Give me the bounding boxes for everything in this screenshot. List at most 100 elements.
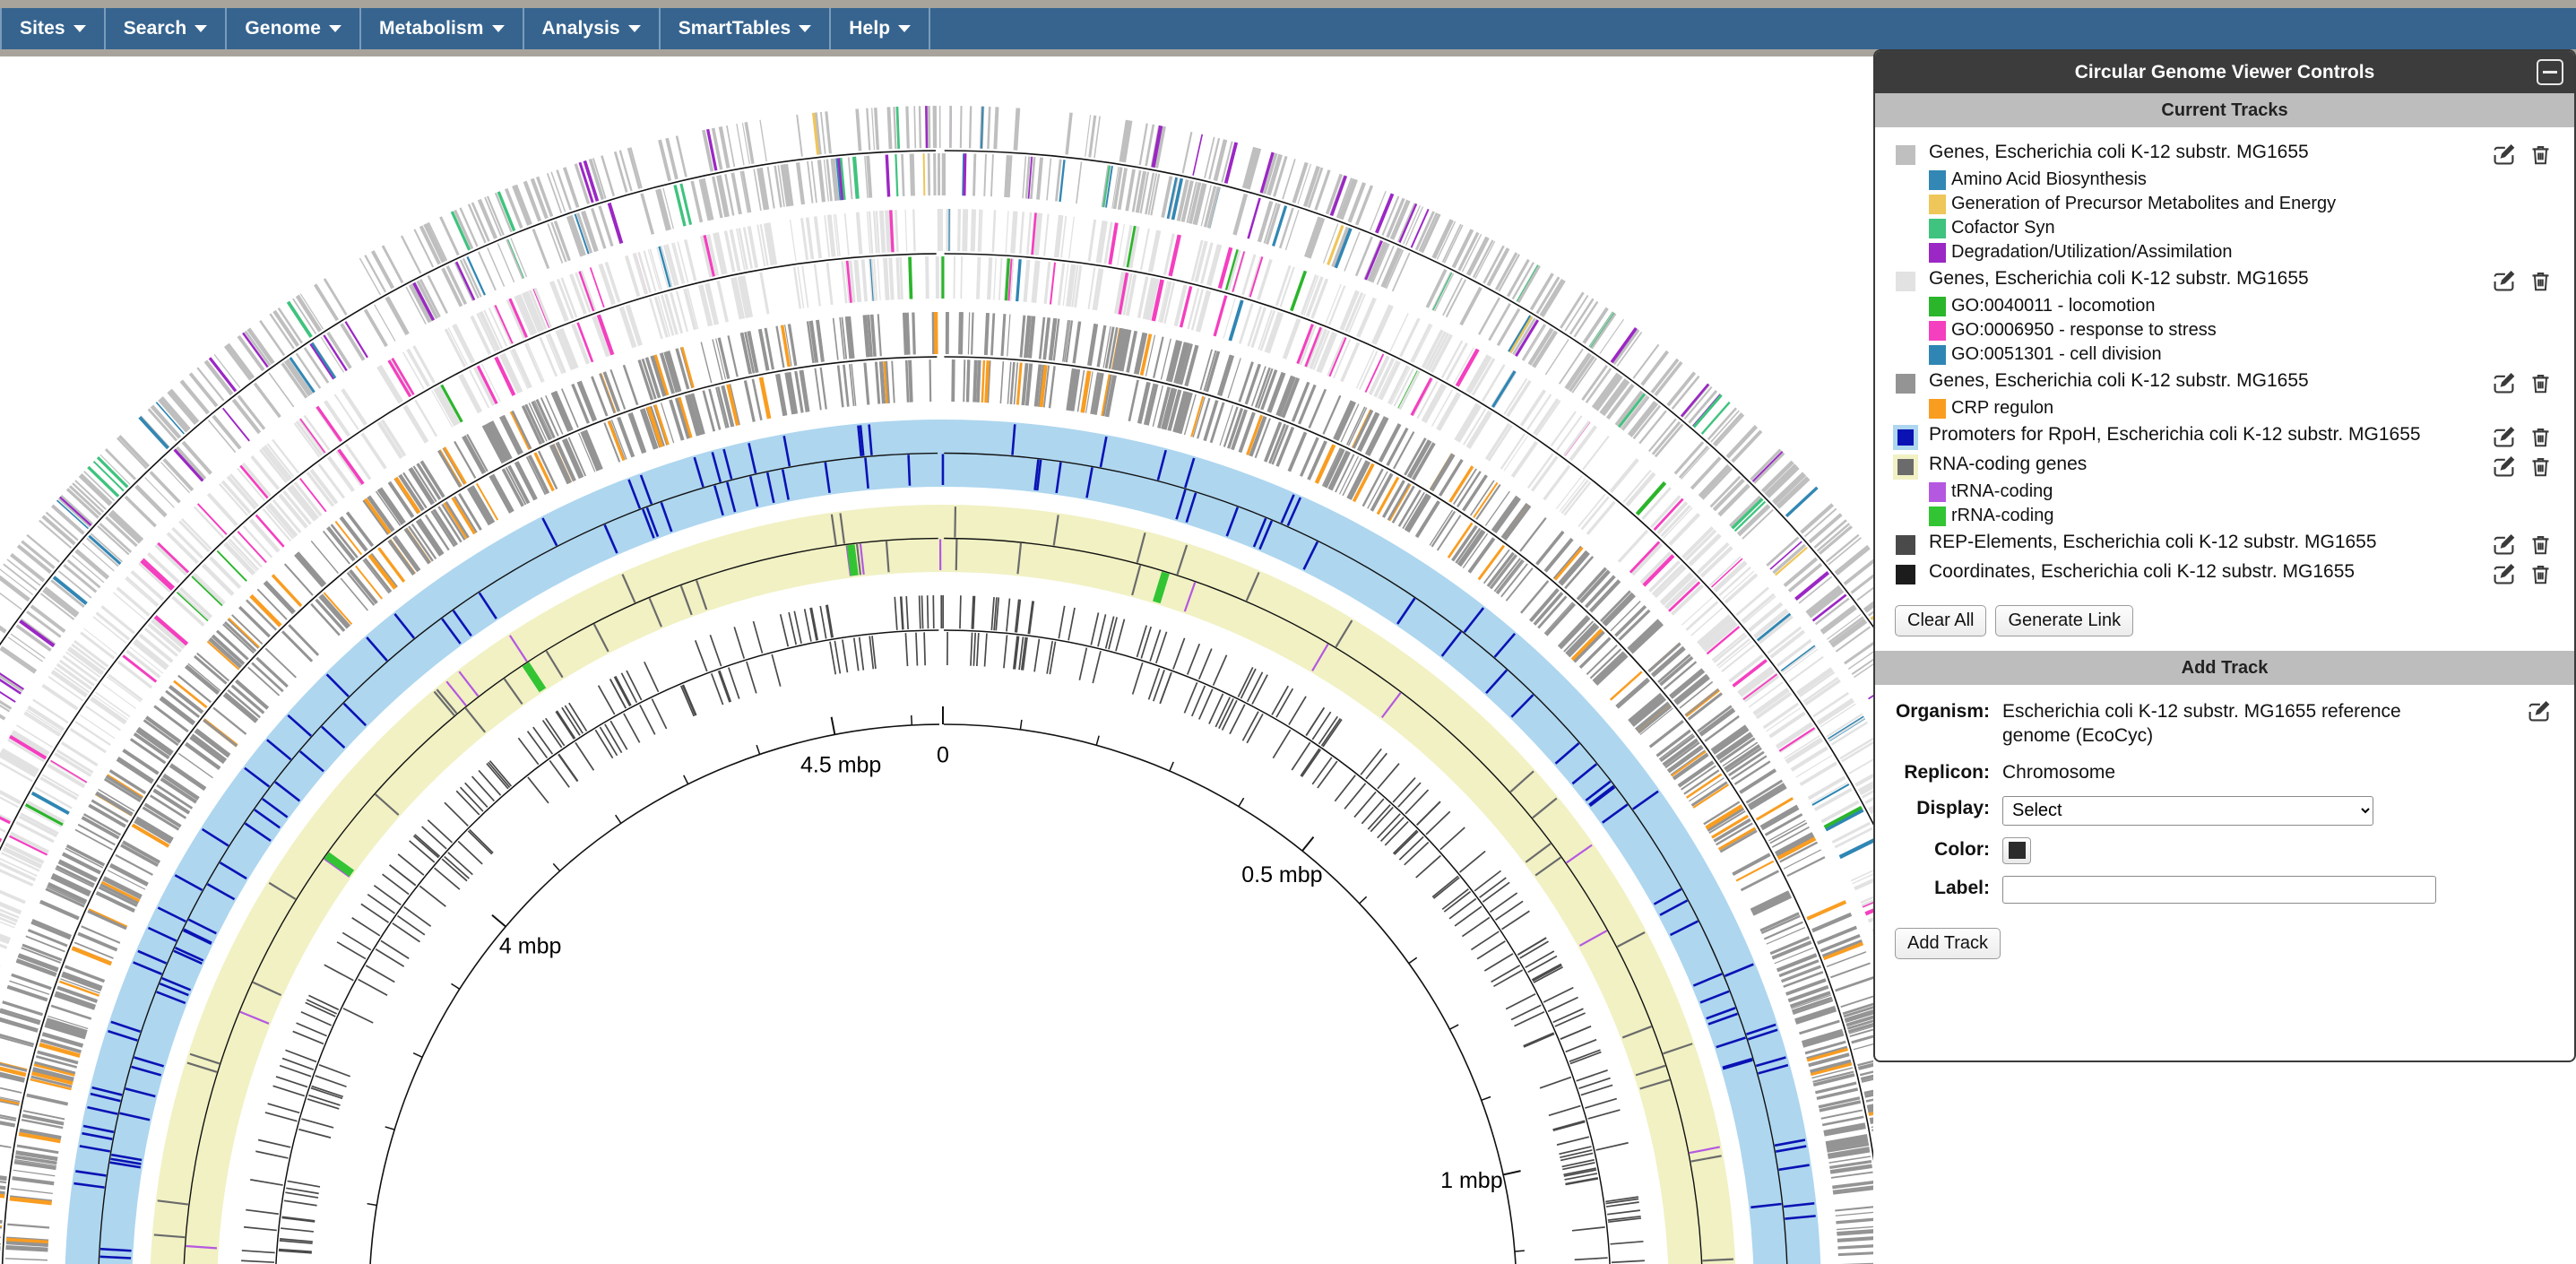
- legend-label: CRP regulon: [1951, 396, 2053, 420]
- clear-all-button[interactable]: Clear All: [1895, 605, 1986, 636]
- track-color-swatch[interactable]: [1893, 455, 1918, 480]
- track-row: RNA-coding genestRNA-codingrRNA-coding: [1875, 452, 2574, 528]
- legend-color-swatch: [1929, 399, 1946, 419]
- color-picker-button[interactable]: [2002, 837, 2031, 864]
- display-select[interactable]: Select: [2002, 796, 2373, 826]
- nav-item-label: Sites: [20, 18, 65, 39]
- edit-icon[interactable]: [2492, 143, 2516, 171]
- track-title: Promoters for RpoH, Escherichia coli K-1…: [1929, 422, 2421, 447]
- add-track-button[interactable]: Add Track: [1895, 928, 2001, 959]
- trash-icon[interactable]: [2528, 143, 2553, 171]
- control-panel: Circular Genome Viewer Controls Current …: [1873, 49, 2576, 1062]
- nav-menu: Sites Search Genome MetabolismAnalysis Smart…: [0, 8, 2576, 49]
- track-color-swatch[interactable]: [1893, 143, 1918, 168]
- track-legend-item: rRNA-coding: [1929, 504, 2574, 528]
- legend-color-swatch: [1929, 482, 1946, 502]
- circular-genome-viewer[interactable]: 00.5 mbp1 mbp1.5 mbp3 mbp3.5 mbp4 mbp4.5…: [0, 56, 1873, 1264]
- track-list: Genes, Escherichia coli K-12 substr. MG1…: [1875, 127, 2574, 594]
- track-legend-item: Degradation/Utilization/Assimilation: [1929, 240, 2574, 264]
- trash-icon[interactable]: [2528, 269, 2553, 298]
- track-title: Coordinates, Escherichia coli K-12 subst…: [1929, 559, 2355, 584]
- track-color-swatch[interactable]: [1893, 425, 1918, 450]
- add-track-header: Add Track: [1875, 651, 2574, 685]
- trash-icon[interactable]: [2528, 371, 2553, 400]
- track-actions: [2492, 269, 2553, 298]
- track-header: RNA-coding genes: [1893, 452, 2574, 480]
- replicon-row: Replicon: Chromosome: [1875, 760, 2574, 784]
- minimize-icon[interactable]: [2537, 59, 2563, 85]
- track-color-swatch[interactable]: [1893, 371, 1918, 396]
- track-legend-item: CRP regulon: [1929, 396, 2574, 420]
- organism-value: Escherichia coli K-12 substr. MG1655 ref…: [2002, 699, 2433, 749]
- edit-icon[interactable]: [2492, 371, 2516, 400]
- track-color-swatch[interactable]: [1893, 532, 1918, 558]
- current-tracks-label: Current Tracks: [2161, 100, 2287, 121]
- trash-icon[interactable]: [2528, 455, 2553, 483]
- nav-item-help[interactable]: Help: [831, 8, 930, 49]
- track-row: Genes, Escherichia coli K-12 substr. MG1…: [1875, 266, 2574, 367]
- genome-circle-diagram[interactable]: 00.5 mbp1 mbp1.5 mbp3 mbp3.5 mbp4 mbp4.5…: [0, 56, 1873, 1264]
- organism-edit-icon[interactable]: [2527, 699, 2551, 728]
- generate-link-button[interactable]: Generate Link: [1995, 605, 2133, 636]
- chevron-down-icon: [898, 25, 911, 32]
- edit-icon[interactable]: [2492, 455, 2516, 483]
- track-legend: GO:0040011 - locomotionGO:0006950 - resp…: [1929, 294, 2574, 367]
- add-track-button-row: Add Track: [1875, 915, 2574, 959]
- legend-label: tRNA-coding: [1951, 480, 2053, 504]
- legend-color-swatch: [1929, 170, 1946, 190]
- track-title: Genes, Escherichia coli K-12 substr. MG1…: [1929, 368, 2309, 394]
- track-actions: [2492, 143, 2553, 171]
- nav-item-search[interactable]: Search: [106, 8, 228, 49]
- track-legend-item: GO:0006950 - response to stress: [1929, 318, 2574, 342]
- coordinate-label: 4.5 mbp: [800, 752, 881, 777]
- nav-item-genome[interactable]: Genome: [227, 8, 361, 49]
- edit-icon[interactable]: [2492, 425, 2516, 454]
- nav-item-sites[interactable]: Sites: [0, 8, 106, 49]
- coordinate-label: 4 mbp: [499, 934, 561, 959]
- track-color-swatch[interactable]: [1893, 269, 1918, 294]
- track-actions: [2492, 562, 2553, 591]
- track-legend-item: Cofactor Syn: [1929, 216, 2574, 240]
- nav-item-label: Search: [124, 18, 187, 39]
- edit-icon[interactable]: [2492, 269, 2516, 298]
- trash-icon[interactable]: [2528, 562, 2553, 591]
- color-swatch: [2009, 842, 2026, 859]
- track-row: Promoters for RpoH, Escherichia coli K-1…: [1875, 422, 2574, 450]
- chevron-down-icon: [799, 25, 811, 32]
- replicon-label: Replicon:: [1875, 760, 1990, 784]
- current-tracks-header: Current Tracks: [1875, 93, 2574, 127]
- nav-item-metabolism[interactable]: Metabolism: [361, 8, 524, 49]
- track-legend-item: Generation of Precursor Metabolites and …: [1929, 192, 2574, 216]
- nav-item-label: Genome: [245, 18, 321, 39]
- track-title: REP-Elements, Escherichia coli K-12 subs…: [1929, 530, 2377, 555]
- track-row: Genes, Escherichia coli K-12 substr. MG1…: [1875, 368, 2574, 420]
- track-row: Coordinates, Escherichia coli K-12 subst…: [1875, 559, 2574, 587]
- edit-icon[interactable]: [2492, 562, 2516, 591]
- label-input[interactable]: [2002, 876, 2436, 904]
- replicon-value: Chromosome: [2002, 760, 2115, 784]
- edit-icon[interactable]: [2492, 532, 2516, 561]
- display-row: Display: Select: [1875, 796, 2574, 826]
- legend-color-swatch: [1929, 321, 1946, 341]
- track-color-swatch[interactable]: [1893, 562, 1918, 587]
- track-actions: [2492, 425, 2553, 454]
- track-legend: Amino Acid BiosynthesisGeneration of Pre…: [1929, 168, 2574, 264]
- track-actions: [2492, 455, 2553, 483]
- coordinate-label: 0.5 mbp: [1241, 862, 1322, 887]
- chevron-down-icon: [329, 25, 341, 32]
- trash-icon[interactable]: [2528, 425, 2553, 454]
- track-header: Genes, Escherichia coli K-12 substr. MG1…: [1893, 140, 2574, 168]
- add-track-label: Add Track: [2182, 658, 2269, 679]
- track-legend-item: Amino Acid Biosynthesis: [1929, 168, 2574, 192]
- track-row: REP-Elements, Escherichia coli K-12 subs…: [1875, 530, 2574, 558]
- legend-label: GO:0040011 - locomotion: [1951, 294, 2156, 318]
- nav-item-analysis[interactable]: Analysis: [524, 8, 661, 49]
- track-title: Genes, Escherichia coli K-12 substr. MG1…: [1929, 140, 2309, 165]
- chevron-down-icon: [492, 25, 505, 32]
- nav-item-label: SmartTables: [679, 18, 791, 39]
- trash-icon[interactable]: [2528, 532, 2553, 561]
- legend-color-swatch: [1929, 345, 1946, 365]
- legend-color-swatch: [1929, 219, 1946, 238]
- nav-item-smarttables[interactable]: SmartTables: [661, 8, 832, 49]
- coordinate-label: 1 mbp: [1440, 1168, 1502, 1193]
